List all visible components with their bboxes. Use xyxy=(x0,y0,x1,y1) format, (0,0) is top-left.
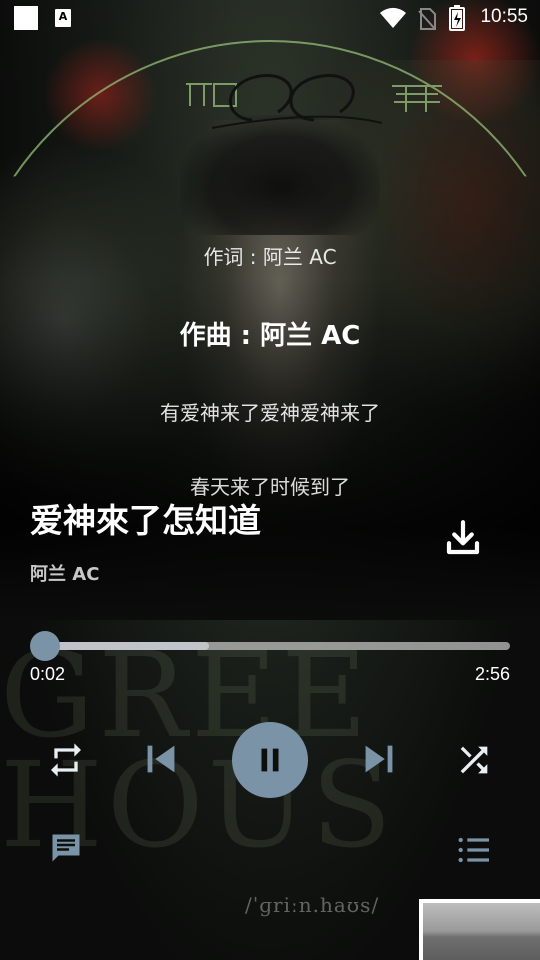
download-button[interactable] xyxy=(442,517,484,559)
wifi-icon xyxy=(380,7,406,29)
seek-bar-thumb[interactable] xyxy=(30,631,61,661)
artist-name[interactable]: 阿兰 AC xyxy=(30,560,99,586)
battery-charging-icon xyxy=(449,5,465,31)
next-button[interactable] xyxy=(356,736,402,782)
repeat-button[interactable] xyxy=(44,738,88,782)
previous-button[interactable] xyxy=(138,736,184,782)
seek-bar[interactable] xyxy=(30,631,510,661)
comment-icon xyxy=(52,834,80,862)
shuffle-icon xyxy=(460,746,488,774)
skip-next-icon xyxy=(365,745,393,773)
total-duration: 2:56 xyxy=(474,664,510,684)
pause-icon xyxy=(261,748,279,772)
comments-button[interactable] xyxy=(46,828,86,868)
seek-bar-buffer xyxy=(40,642,210,650)
playlist-icon xyxy=(458,837,489,863)
notification-square-icon xyxy=(14,6,38,30)
lyric-line[interactable]: 作词 : 阿兰 AC xyxy=(0,241,540,270)
play-pause-button[interactable] xyxy=(232,722,308,798)
status-bar: A 10:55 xyxy=(0,0,540,36)
repeat-icon xyxy=(51,743,81,777)
shuffle-button[interactable] xyxy=(452,738,496,782)
no-sim-icon xyxy=(418,8,436,30)
clock: 10:55 xyxy=(480,6,528,27)
player-screen: GREE HOUS /ˈɡriːn.haʊs/ A 10:55 作词 : 阿兰 … xyxy=(0,0,540,960)
phonetic-text: /ˈɡriːn.haʊs/ xyxy=(245,893,380,917)
current-time: 0:02 xyxy=(30,664,66,684)
app-notification-icon: A xyxy=(55,9,71,27)
song-title: 爱神來了怎知道 xyxy=(30,501,261,540)
album-logo xyxy=(186,74,442,129)
lyric-line[interactable]: 有爱神来了爱神爱神来了 xyxy=(0,397,540,426)
skip-previous-icon xyxy=(147,745,175,773)
lyric-line-current[interactable]: 作曲 : 阿兰 AC xyxy=(0,315,540,352)
floating-preview-thumbnail[interactable] xyxy=(419,899,540,960)
playlist-button[interactable] xyxy=(452,828,496,872)
download-icon xyxy=(446,520,480,555)
